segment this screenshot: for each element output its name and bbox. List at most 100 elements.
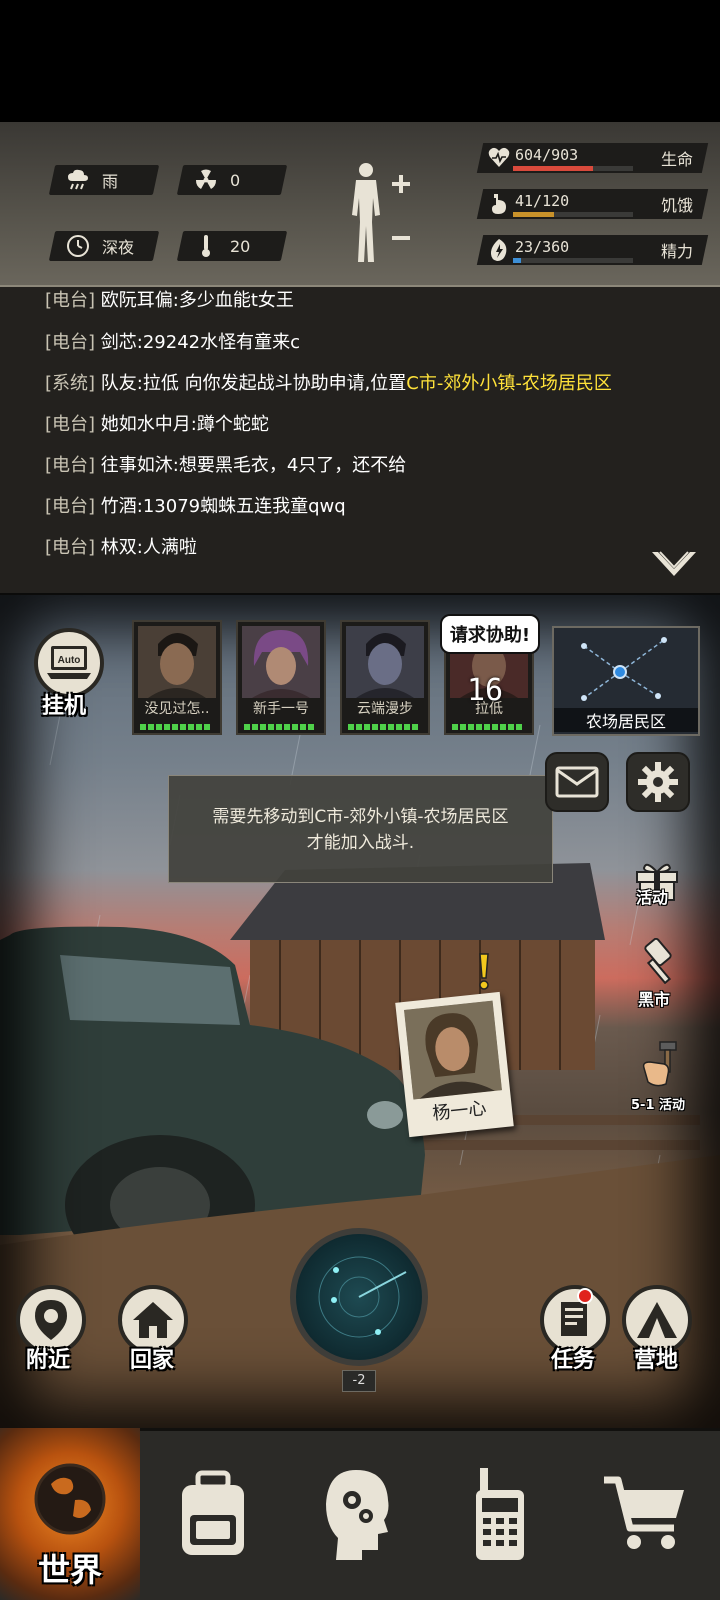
notification-dot [577, 1288, 593, 1304]
join-battle-notice: 需要先移动到C市-郊外小镇-农场居民区 才能加入战斗. [168, 775, 553, 883]
hp-pip [292, 724, 298, 730]
hp-pip [388, 724, 394, 730]
tab-world[interactable]: 世界 [0, 1428, 140, 1600]
energy-stat: 23/360 精力 [476, 235, 709, 265]
energy-value: 23/360 [515, 238, 570, 256]
hp-pip [372, 724, 378, 730]
hammer-fist-icon [642, 1041, 677, 1087]
radiation-icon [194, 168, 218, 192]
tab-world-label: 世界 [37, 1551, 102, 1589]
hp-pip [284, 724, 290, 730]
gavel-icon [644, 937, 672, 985]
tab-backpack[interactable] [140, 1428, 285, 1600]
chat-line: [电台] 剑芯:29242水怪有童来c [45, 332, 301, 353]
hp-pip [300, 724, 306, 730]
stomach-icon [492, 194, 506, 214]
energy-icon [491, 239, 507, 261]
head-gears-icon [325, 1470, 388, 1560]
hunger-label: 饥饿 [660, 196, 693, 215]
camp-label: 营地 [634, 1348, 679, 1373]
energy-bar [513, 258, 521, 263]
tab-shop[interactable] [570, 1428, 720, 1600]
temperature-value: 20 [230, 236, 251, 256]
hp-pip [484, 724, 490, 730]
hp-value: 604/903 [515, 146, 579, 164]
tab-skills[interactable] [285, 1428, 430, 1600]
npc-portrait [404, 1000, 502, 1100]
hp-bar [513, 166, 594, 171]
hp-pip [500, 724, 506, 730]
time-pill: 深夜 [48, 231, 160, 261]
hp-pip [356, 724, 362, 730]
hp-pip [308, 724, 314, 730]
settings-button[interactable] [626, 752, 690, 812]
assist-request-text: 请求协助! [449, 625, 531, 646]
hp-pip [204, 724, 210, 730]
radiation-pill: 0 [176, 165, 288, 195]
black-market-button[interactable] [636, 937, 684, 986]
hp-pip [380, 724, 386, 730]
heart-icon [488, 147, 510, 167]
black-market-label: 黑市 [638, 990, 671, 1009]
hp-pip [468, 724, 474, 730]
radar-level: -2 [342, 1370, 376, 1392]
team-member-name: 没见过怎.. [144, 701, 210, 717]
time-label: 深夜 [102, 238, 135, 257]
chevron-down-icon[interactable] [650, 548, 698, 582]
chat-location-link[interactable]: C市-郊外小镇-农场居民区 [406, 373, 612, 394]
location-map-button[interactable]: 农场居民区 [552, 626, 700, 736]
body-figure-icon [352, 163, 410, 262]
task-list-icon [561, 1302, 587, 1336]
map-location-label: 农场居民区 [554, 708, 698, 732]
notice-line-1: 需要先移动到C市-郊外小镇-农场居民区 [212, 807, 509, 827]
team-member-1[interactable]: 没见过怎.. [132, 620, 222, 735]
mail-button[interactable] [545, 752, 609, 812]
globe-icon [34, 1463, 106, 1535]
hp-pip [188, 724, 194, 730]
laptop-icon: Auto [47, 646, 91, 679]
assist-countdown: 16 [467, 673, 504, 708]
body-status-button[interactable] [348, 160, 418, 270]
location-pin-icon [35, 1300, 67, 1340]
avatar [346, 626, 424, 698]
hunger-bar [513, 212, 555, 217]
hp-pip [492, 724, 498, 730]
clock-icon [66, 234, 90, 258]
tent-icon [637, 1302, 677, 1338]
weather-label: 雨 [102, 172, 119, 191]
assist-request-bubble[interactable]: 请求协助! [440, 614, 540, 654]
auto-idle-label: 挂机 [42, 694, 87, 719]
chat-log[interactable]: [电台] 欧阮耳偏:多少血能t女王 [电台] 剑芯:29242水怪有童来c [系… [0, 287, 720, 593]
hp-pip [268, 724, 274, 730]
hunger-value: 41/120 [515, 192, 570, 210]
team-member-name: 云端漫步 [357, 701, 413, 717]
npc-card[interactable]: 杨一心 [395, 991, 514, 1138]
hp-pip [172, 724, 178, 730]
hp-pip [276, 724, 282, 730]
radar-scanner[interactable] [290, 1228, 428, 1366]
team-member-3[interactable]: 云端漫步 [340, 620, 430, 735]
avatar [242, 626, 320, 698]
chat-line: [电台] 欧阮耳偏:多少血能t女王 [45, 290, 294, 311]
labor-day-event-button[interactable] [636, 1040, 682, 1090]
chat-line: [电台] 竹酒:13079蜘蛛五连我童qwq [45, 496, 346, 517]
hp-label: 生命 [660, 150, 693, 169]
hp-pip [508, 724, 514, 730]
notice-line-2: 才能加入战斗. [306, 833, 415, 853]
exclamation-icon [478, 952, 490, 990]
go-home-label: 回家 [130, 1348, 175, 1373]
temperature-pill: 20 [176, 231, 288, 261]
team-member-hp [244, 724, 314, 730]
shopping-cart-icon [604, 1476, 684, 1549]
hp-pip [244, 724, 250, 730]
team-member-hp [348, 724, 418, 730]
gear-icon [638, 762, 678, 802]
chat-line: [电台] 林双:人满啦 [45, 537, 197, 558]
team-member-2[interactable]: 新手一号 [236, 620, 326, 735]
hp-pip [148, 724, 154, 730]
hp-pip [452, 724, 458, 730]
chat-line: [电台] 往事如沐:想要黑毛衣，4只了，还不给 [45, 455, 407, 476]
home-icon [133, 1302, 173, 1338]
hp-pip [140, 724, 146, 730]
tab-radio[interactable] [430, 1428, 570, 1600]
